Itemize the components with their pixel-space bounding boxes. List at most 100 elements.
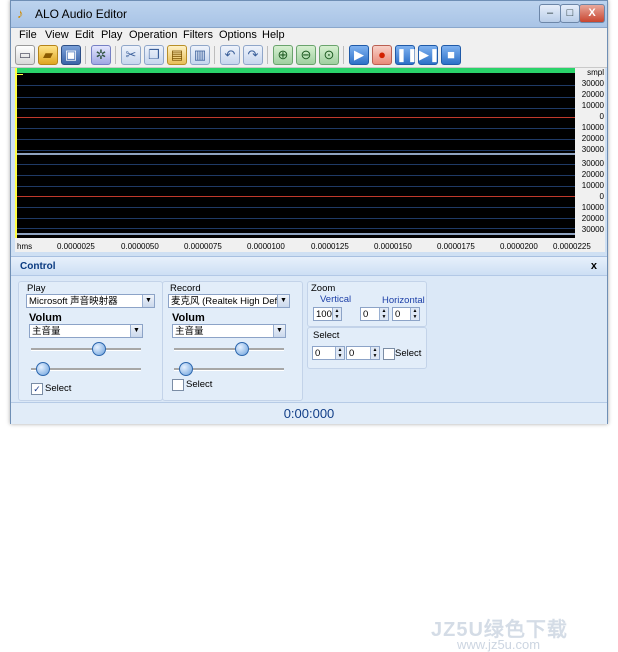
zoom-out-icon[interactable]: ⊖ [296,45,316,65]
play-balance-slider-knob[interactable] [35,362,50,376]
ruler-tick: 30000 [581,225,604,234]
pause-icon[interactable]: ❚❚ [395,45,418,65]
play-volume-label: Volum [29,312,62,324]
paste-icon[interactable]: ▤ [167,45,187,65]
cut-icon[interactable]: ✂ [121,45,141,65]
play-volume-slider-knob[interactable] [91,342,106,356]
grid-line [15,207,575,208]
window-title: ALO Audio Editor [35,7,128,21]
copy-icon[interactable]: ❐ [144,45,164,65]
grid-line [15,164,575,165]
record-device-value: 麦克风 (Realtek High Definiti [171,296,290,307]
time-tick: 0.0000200 [500,242,538,251]
play-select-checkbox[interactable]: ✓ [31,383,43,395]
menu-play[interactable]: Play [101,29,122,41]
app-window: ♪ ALO Audio Editor – □ X File View Edit … [10,0,608,652]
time-ruler: hms 0.0000025 0.0000050 0.0000075 0.0000… [15,238,605,252]
menu-operation[interactable]: Operation [129,29,177,41]
ruler-tick: 10000 [581,123,604,132]
stop-icon[interactable]: ■ [441,45,461,65]
select-end-spinner[interactable]: 0 ▲ ▼ [346,346,380,360]
save-icon[interactable]: ▣ [61,45,81,65]
grid-line [15,139,575,140]
ruler-tick: 20000 [581,214,604,223]
menu-help[interactable]: Help [262,29,285,41]
open-folder-icon[interactable]: ▰ [38,45,58,65]
menu-filters[interactable]: Filters [183,29,213,41]
close-button[interactable]: X [579,4,605,23]
time-unit: hms [17,242,33,251]
status-bar: 0:00:000 [11,402,607,424]
play-device-select[interactable]: Microsoft 声音映射器 ▼ [26,294,155,308]
ruler-tick: 20000 [581,134,604,143]
grid-line [15,186,575,187]
record-volume-slider-track[interactable] [174,348,284,351]
zoom-horizontal-b-value: 0 [395,309,401,320]
play-icon[interactable]: ▶ [349,45,369,65]
record-volume-source-select[interactable]: 主音量 ▼ [172,324,286,338]
redo-icon[interactable]: ↷ [243,45,263,65]
app-logo-icon: ♪ [17,6,24,21]
play-volume-slider-track[interactable] [31,348,141,351]
chevron-down-icon: ▼ [273,325,285,337]
menu-view[interactable]: View [45,29,69,41]
minimize-button[interactable]: – [539,4,561,23]
select-start-spinner[interactable]: 0 ▲ ▼ [312,346,345,360]
channel-2-center-line [15,196,575,197]
record-device-select[interactable]: 麦克风 (Realtek High Definiti ▼ [168,294,290,308]
record-icon[interactable]: ● [372,45,392,65]
selection-bar[interactable] [15,68,575,73]
ruler-tick: 0 [599,112,604,121]
play-label: Play [27,283,46,294]
time-display: 0:00:000 [283,406,335,421]
select-checkbox[interactable] [383,348,395,360]
menu-options[interactable]: Options [219,29,257,41]
play-device-value: Microsoft 声音映射器 [29,296,118,307]
grid-line [15,218,575,219]
record-select-checkbox[interactable] [172,379,184,391]
zoom-fit-icon[interactable]: ⊙ [319,45,339,65]
spinner-arrows-icon[interactable]: ▲ ▼ [332,308,341,320]
toolbar-separator [115,46,116,64]
spinner-arrows-icon[interactable]: ▲ ▼ [379,308,388,320]
play-volume-source-select[interactable]: 主音量 ▼ [29,324,143,338]
record-select-label: Select [186,379,213,390]
select-group: Select 0 ▲ ▼ 0 ▲ ▼ Select [307,327,427,369]
chevron-down-icon: ▼ [277,295,289,307]
waveform-view[interactable] [15,68,575,238]
zoom-horizontal-b-spinner[interactable]: 0 ▲ ▼ [392,307,420,321]
zoom-in-icon[interactable]: ⊕ [273,45,293,65]
spinner-arrows-icon[interactable]: ▲ ▼ [410,308,419,320]
record-group: Record 麦克风 (Realtek High Definiti ▼ Volu… [162,281,303,401]
time-tick: 0.0000150 [374,242,412,251]
maximize-button[interactable]: □ [560,4,580,23]
grid-line [15,85,575,86]
ruler-tick: 10000 [581,101,604,110]
new-file-icon[interactable]: ▭ [15,45,35,65]
play-to-end-icon[interactable]: ▶❚ [418,45,440,65]
ruler-tick: 20000 [581,170,604,179]
select-checkbox-label: Select [395,348,422,359]
zoom-horizontal-a-spinner[interactable]: 0 ▲ ▼ [360,307,389,321]
control-close-button[interactable]: x [591,260,597,272]
record-volume-label: Volum [172,312,205,324]
select-end-value: 0 [349,348,355,359]
spinner-arrows-icon[interactable]: ▲ ▼ [335,347,344,359]
settings-icon[interactable]: ✲ [91,45,111,65]
time-tick: 0.0000125 [311,242,349,251]
menu-edit[interactable]: Edit [75,29,94,41]
zoom-vertical-spinner[interactable]: 100 ▲ ▼ [313,307,342,321]
title-bar: ♪ ALO Audio Editor – □ X [11,1,607,28]
control-header: Control x [11,257,607,276]
menu-file[interactable]: File [19,29,37,41]
zoom-horizontal-a-value: 0 [363,309,369,320]
play-volume-source-value: 主音量 [32,326,61,337]
ruler-tick: 10000 [581,181,604,190]
record-balance-slider-knob[interactable] [178,362,193,376]
spinner-arrows-icon[interactable]: ▲ ▼ [370,347,379,359]
record-volume-slider-knob[interactable] [234,342,249,356]
paste-mix-icon[interactable]: ▥ [190,45,210,65]
undo-icon[interactable]: ↶ [220,45,240,65]
time-tick: 0.0000075 [184,242,222,251]
channel-1-center-line [15,117,575,118]
